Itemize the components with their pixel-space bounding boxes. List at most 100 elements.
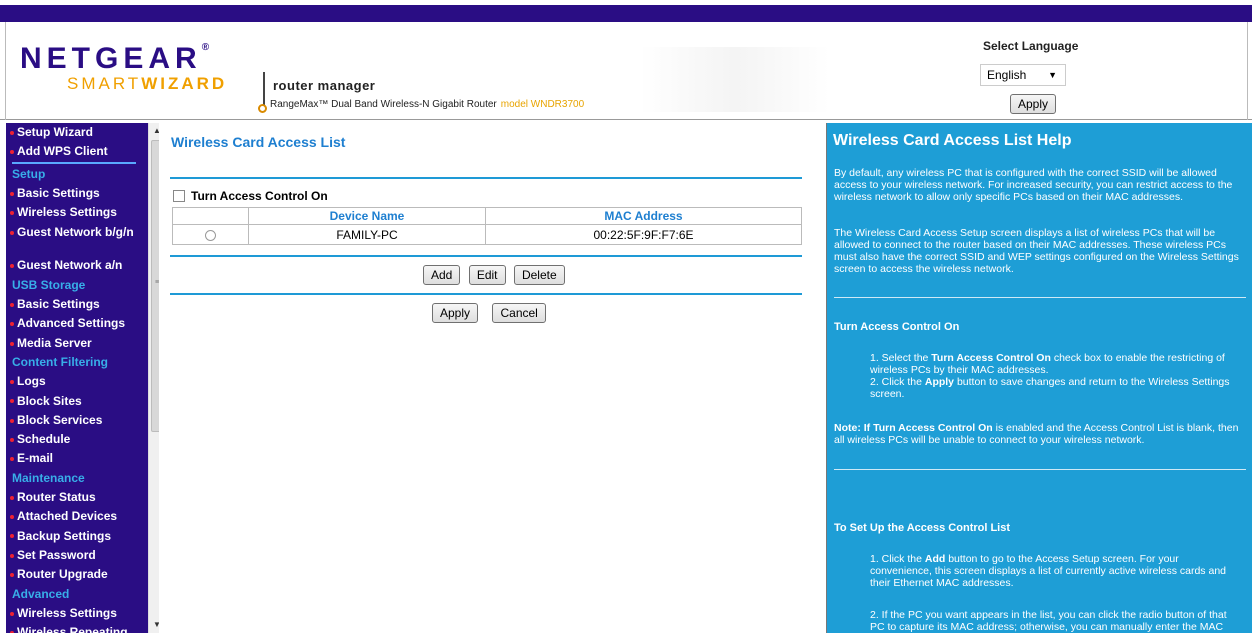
help-heading-setup: To Set Up the Access Control List [834,522,1011,534]
row-radio[interactable] [205,229,216,241]
table-row: FAMILY-PC 00:22:5F:9F:F7:6E [172,224,802,245]
apply-button[interactable]: Apply [432,303,479,323]
page-title: Wireless Card Access List [171,134,346,150]
nav-section-header: Advanced [12,586,70,601]
sidebar-item[interactable]: Router Status [6,488,142,507]
nav-section-header: Maintenance [12,470,85,485]
help-bold: Apply [924,376,955,388]
logo-divider [263,72,265,106]
access-control-row: Turn Access Control On [173,189,328,203]
access-list-table: Device Name MAC Address FAMILY-PC 00:22:… [172,207,802,245]
nav-section-header: Content Filtering [12,354,108,369]
help-text: 2. Click the [870,376,925,388]
nav-separator [12,161,136,164]
device-name-cell: FAMILY-PC [248,224,486,245]
sidebar-item[interactable]: Router Upgrade [6,565,142,584]
sidebar-item[interactable]: Set Password [6,546,142,565]
brand-text: NETGEAR [20,42,202,75]
router-manager-title: router manager [273,78,376,93]
sidebar-item[interactable]: Schedule [6,430,142,449]
bullet-icon [10,515,14,520]
sidebar-item[interactable]: Basic Settings [6,295,142,314]
bullet-icon [10,534,14,539]
bullet-icon [10,231,14,236]
cancel-button[interactable]: Cancel [492,303,546,323]
sidebar-item-label: Basic Settings [17,185,100,200]
sidebar-item-label: Block Services [17,412,103,427]
language-select[interactable]: English ▼ [980,64,1066,86]
netgear-logo: NETGEAR® [20,42,209,76]
product-bold: WIZARD [141,74,228,93]
top-banner [0,0,1252,22]
bullet-icon [10,341,14,346]
nav-list: Setup Wizard Add WPS Client Setup Basic Set… [6,123,142,633]
sidebar-item[interactable]: Setup Wizard [6,123,142,142]
help-text: 1. Click the [870,553,925,565]
sidebar-item-label: Basic Settings [17,297,100,312]
help-note: Note: If Turn Access Control On is enabl… [834,422,1244,446]
sidebar-item[interactable]: Wireless Settings [6,604,142,623]
sidebar-item-label: Advanced Settings [17,316,126,331]
divider [170,177,802,179]
sidebar-item-label: Setup Wizard [17,125,93,139]
sidebar-item[interactable]: Block Sites [6,392,142,411]
sidebar-item[interactable]: Guest Network b/g/n [6,222,142,256]
help-description: The Wireless Card Access Setup screen di… [834,227,1239,275]
sidebar-scrollbar[interactable]: ▲ ≡ ▼ [148,123,159,633]
sidebar-item-label: Wireless Repeating [17,625,128,633]
bullet-icon [10,418,14,423]
sidebar-item[interactable]: Block Services [6,411,142,430]
scroll-down-icon[interactable]: ▼ [149,617,159,633]
sidebar-item-label: Add WPS Client [17,144,108,159]
help-step: 2. Click the Apply button to save change… [870,376,1240,400]
edit-button[interactable]: Edit [468,265,506,285]
help-bold: Add [924,553,946,565]
sidebar-item[interactable]: Media Server [6,334,142,353]
sidebar-item-label: Set Password [17,547,96,562]
sidebar-nav: Setup Wizard Add WPS Client Setup Basic Set… [6,123,159,633]
sidebar-item-label: Attached Devices [17,509,118,524]
delete-button[interactable]: Delete [513,265,565,285]
sidebar-item-label: Router Status [17,490,96,505]
language-apply-button[interactable]: Apply [1010,94,1057,114]
sidebar-item[interactable]: Wireless Settings [6,203,142,222]
scroll-up-icon[interactable]: ▲ [149,123,159,139]
language-value: English [987,68,1027,82]
nav-section-header: Setup [12,166,46,181]
sidebar-item[interactable]: Wireless Repeating [6,623,142,633]
access-control-checkbox[interactable] [173,190,185,202]
add-button[interactable]: Add [423,265,461,285]
form-buttons: Apply Cancel [432,303,556,323]
header-mac-address: MAC Address [485,207,802,225]
logo-dot-icon [258,104,267,113]
bullet-icon [10,495,14,500]
bullet-icon [10,191,14,196]
help-step: 2. If the PC you want appears in the lis… [870,609,1227,633]
bullet-icon [10,457,14,462]
bullet-icon [10,380,14,385]
bullet-icon [10,322,14,327]
help-title: Wireless Card Access List Help [833,132,1072,149]
sidebar-item-label: E-mail [17,451,54,466]
scroll-thumb[interactable]: ≡ [151,140,159,432]
sidebar-item[interactable]: Guest Network a/n [6,256,142,275]
sidebar-item-label: Guest Network b/g/n [17,225,134,240]
list-buttons: Add Edit Delete [423,265,569,285]
sidebar-item[interactable]: Basic Settings [6,184,142,203]
sidebar-item[interactable]: Backup Settings [6,527,142,546]
router-name: RangeMax™ Dual Band Wireless-N Gigabit R… [270,99,497,110]
help-step: 1. Click the Add button to go to the Acc… [870,553,1240,589]
sidebar-item[interactable]: E-mail [6,449,142,468]
sidebar-item[interactable]: Advanced Settings [6,314,142,333]
sidebar-item[interactable]: Attached Devices [6,507,142,526]
divider [170,255,802,257]
bullet-icon [10,211,14,216]
help-step: 1. Select the Turn Access Control On che… [870,352,1240,376]
help-intro: By default, any wireless PC that is conf… [834,167,1233,203]
header-decoration [640,47,830,112]
product-light: SMART [67,74,142,93]
dropdown-caret-icon: ▼ [1048,70,1057,80]
sidebar-item[interactable]: Logs [6,372,142,391]
sidebar-item[interactable]: Add WPS Client [6,142,142,161]
help-heading-access-control: Turn Access Control On [834,321,960,333]
